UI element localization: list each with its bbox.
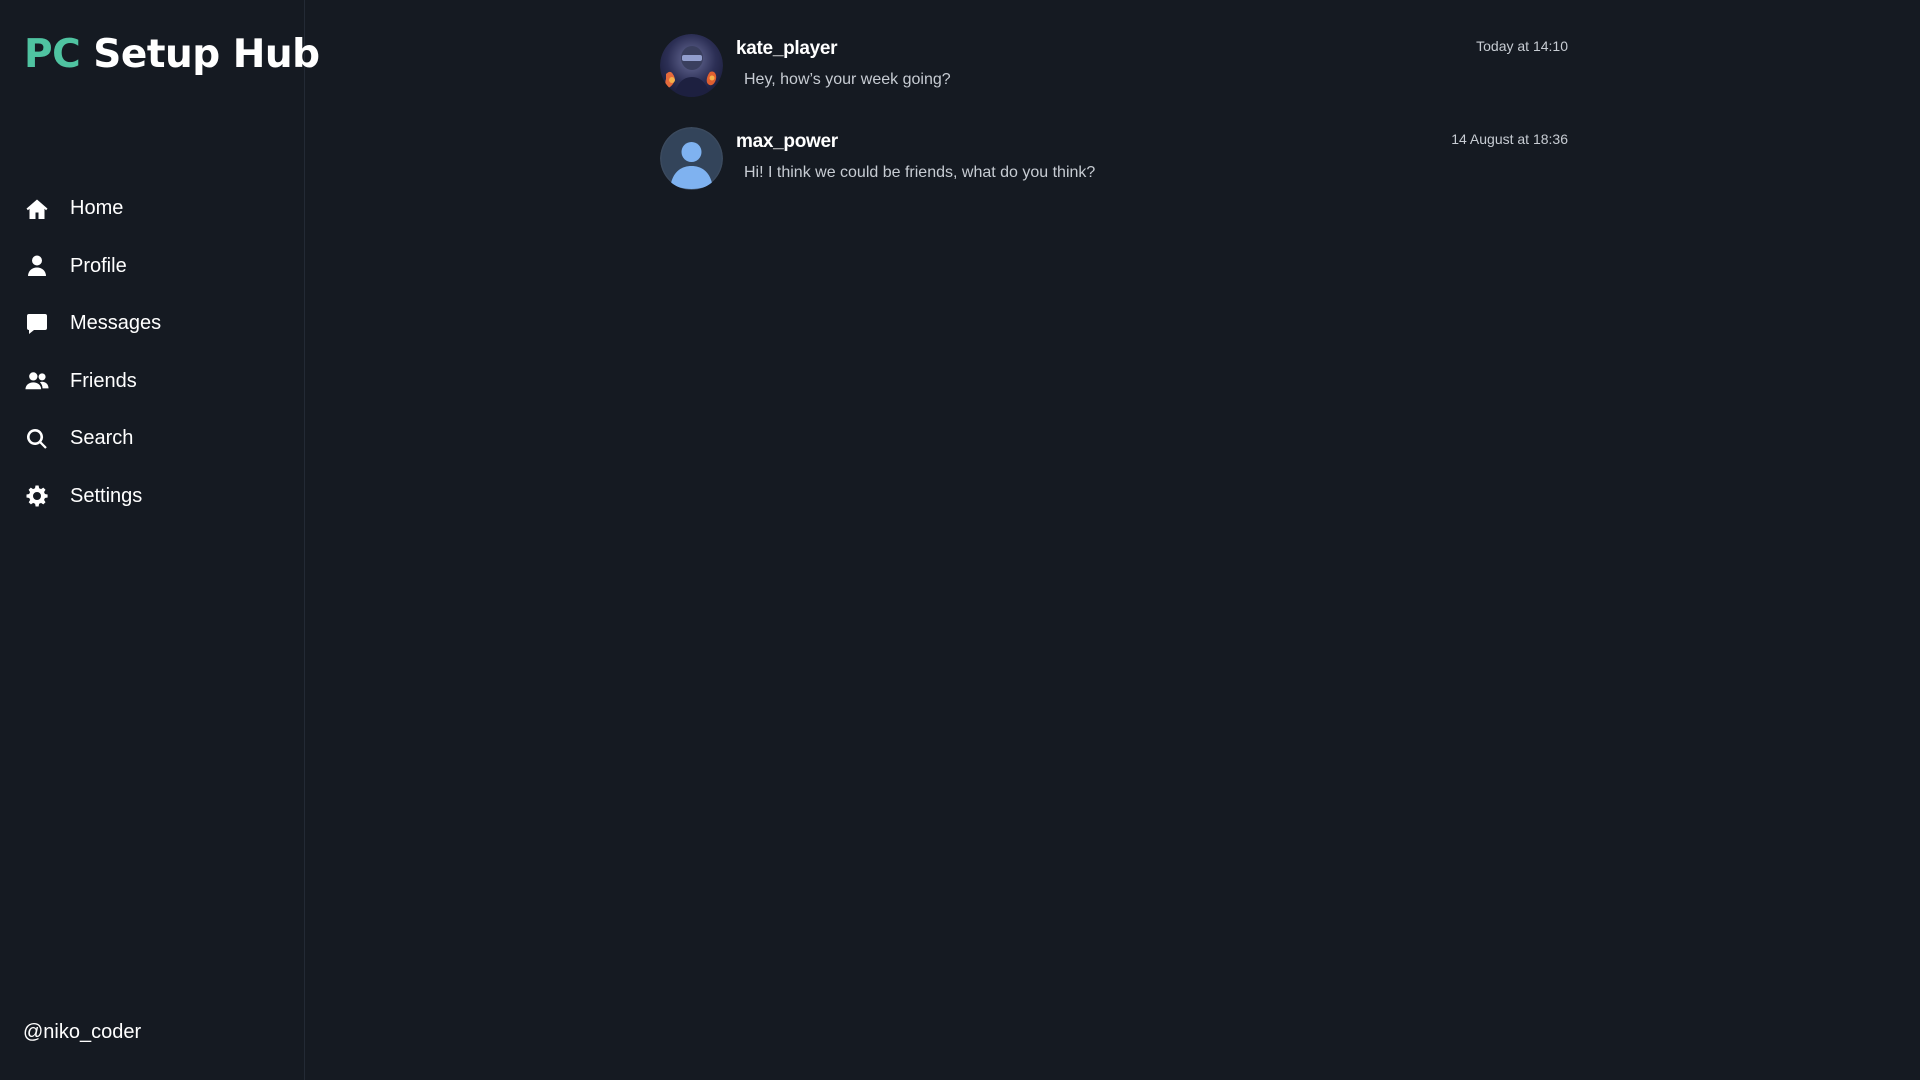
avatar bbox=[660, 34, 723, 97]
conversation-preview: Hi! I think we could be friends, what do… bbox=[744, 164, 1096, 181]
message-icon bbox=[24, 311, 50, 337]
sidebar-item-settings[interactable]: Settings bbox=[0, 468, 305, 526]
conversation-username: kate_player bbox=[736, 38, 838, 59]
sidebar-item-messages[interactable]: Messages bbox=[0, 295, 305, 353]
sidebar-nav: Home Profile Messages Friends Search Set… bbox=[0, 180, 305, 525]
logo-accent: PC bbox=[24, 32, 81, 77]
home-icon bbox=[24, 196, 50, 222]
sidebar: PC Setup Hub Home Profile Messages Frien… bbox=[0, 0, 320, 1080]
sidebar-item-label: Home bbox=[70, 197, 124, 220]
app-root: PC Setup Hub Home Profile Messages Frien… bbox=[0, 0, 1920, 1080]
conversation-item[interactable]: max_power Hi! I think we could be friend… bbox=[660, 127, 1568, 220]
conversation-item[interactable]: kate_player Hey, how’s your week going? … bbox=[660, 34, 1568, 127]
sidebar-item-search[interactable]: Search bbox=[0, 410, 305, 468]
sidebar-item-profile[interactable]: Profile bbox=[0, 238, 305, 296]
sidebar-item-label: Messages bbox=[70, 312, 162, 335]
conversation-timestamp: 14 August at 18:36 bbox=[1451, 131, 1568, 147]
conversation-list: kate_player Hey, how’s your week going? … bbox=[660, 34, 1568, 220]
conversation-preview: Hey, how’s your week going? bbox=[744, 71, 951, 88]
conversation-username: max_power bbox=[736, 131, 838, 152]
sidebar-item-label: Friends bbox=[70, 369, 137, 392]
sidebar-item-label: Profile bbox=[70, 254, 127, 277]
search-icon bbox=[24, 426, 50, 452]
user-icon bbox=[24, 253, 50, 279]
sidebar-item-friends[interactable]: Friends bbox=[0, 353, 305, 411]
current-username[interactable]: @niko_coder bbox=[23, 1021, 141, 1044]
sidebar-item-label: Settings bbox=[70, 484, 143, 507]
sidebar-item-home[interactable]: Home bbox=[0, 180, 305, 238]
conversation-timestamp: Today at 14:10 bbox=[1476, 38, 1568, 54]
app-logo[interactable]: PC Setup Hub bbox=[24, 32, 320, 77]
friends-icon bbox=[24, 368, 50, 394]
sidebar-item-label: Search bbox=[70, 427, 134, 450]
avatar bbox=[660, 127, 723, 190]
logo-text: Setup Hub bbox=[80, 32, 320, 77]
gear-icon bbox=[24, 483, 50, 509]
